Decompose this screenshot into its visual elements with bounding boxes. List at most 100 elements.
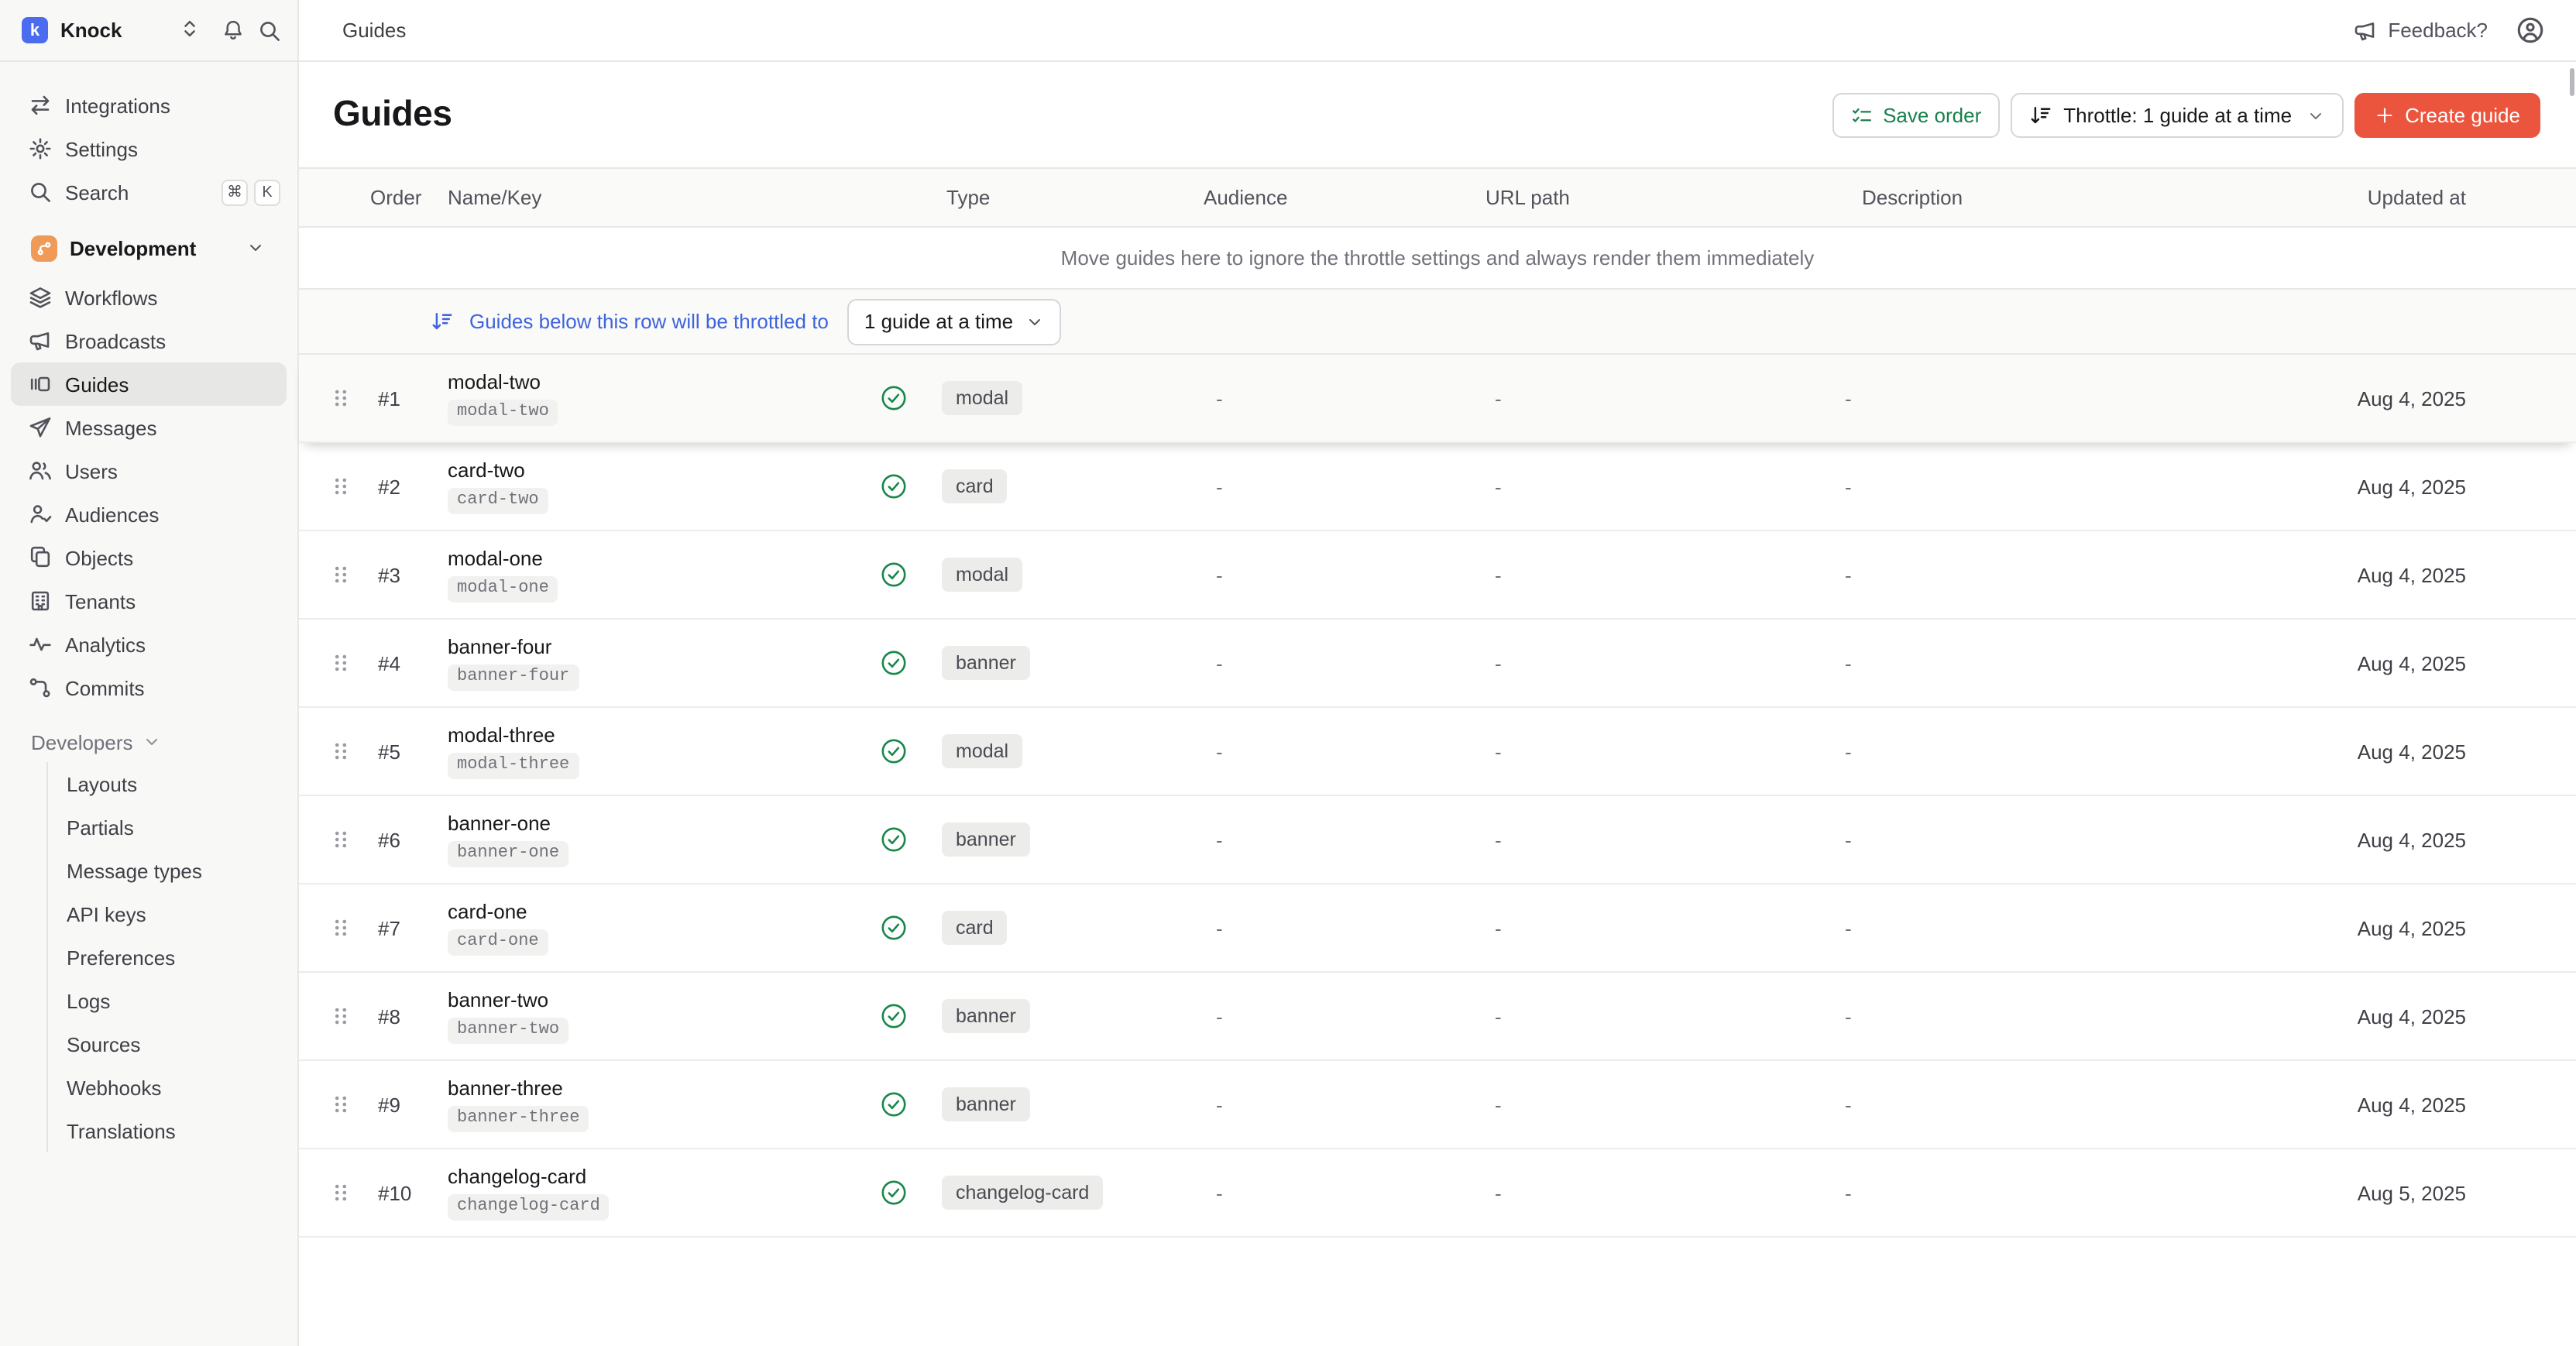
drag-handle[interactable] [322,562,359,587]
drag-handle[interactable] [322,651,359,675]
guide-description: - [1842,386,2353,410]
table-row[interactable]: #9banner-threebanner-threebanner---Aug 4… [299,1061,2576,1149]
unthrottled-dropzone-row[interactable]: Move guides here to ignore the throttle … [299,228,2576,290]
sidebar-section-developers[interactable]: Developers [11,722,287,762]
table-row[interactable]: #3modal-onemodal-onemodal---Aug 4, 2025 [299,531,2576,620]
sidebar-item-search[interactable]: Search⌘K [11,170,287,214]
guide-type-cell: banner [922,822,1204,857]
gear-icon [28,136,53,161]
guide-url-path: - [1485,740,1842,763]
sidebar-item-integrations[interactable]: Integrations [11,84,287,127]
guide-key-badge: banner-three [448,1106,589,1132]
guide-type-cell: modal [922,558,1204,592]
sidebar-item-tenants[interactable]: Tenants [11,579,287,623]
sidebar-section-development[interactable]: Development [11,226,287,270]
table-row[interactable]: #6banner-onebanner-onebanner---Aug 4, 20… [299,796,2576,884]
guide-audience: - [1204,916,1485,939]
throttle-value-select[interactable]: 1 guide at a time [847,298,1061,345]
bell-icon[interactable] [222,19,245,42]
sidebar-item-commits[interactable]: Commits [11,666,287,709]
active-status-icon [866,737,922,765]
active-status-icon [866,472,922,500]
guide-audience: - [1204,740,1485,763]
table-row[interactable]: #7card-onecard-onecard---Aug 4, 2025 [299,884,2576,973]
guide-name: modal-two [448,370,866,393]
guide-type-cell: banner [922,646,1204,680]
sidebar-item-preferences[interactable]: Preferences [48,936,297,979]
guide-url-path: - [1485,563,1842,586]
sidebar-item-objects[interactable]: Objects [11,536,287,579]
objects-icon [28,545,53,570]
sidebar-item-webhooks[interactable]: Webhooks [48,1066,297,1109]
guide-type-badge: banner [942,999,1030,1033]
throttle-divider-row: Guides below this row will be throttled … [299,290,2576,355]
table-row[interactable]: #2card-twocard-twocard---Aug 4, 2025 [299,443,2576,531]
sidebar-item-label: Integrations [65,94,170,117]
sidebar-item-layouts[interactable]: Layouts [48,762,297,805]
active-status-icon [866,1179,922,1207]
sidebar-item-partials[interactable]: Partials [48,805,297,849]
drag-handle[interactable] [322,1092,359,1117]
table-row[interactable]: #8banner-twobanner-twobanner---Aug 4, 20… [299,973,2576,1061]
workspace-switcher[interactable]: k Knock [0,0,297,62]
feedback-button[interactable]: Feedback? [2352,18,2488,43]
guide-order: #10 [359,1181,448,1204]
sidebar-item-audiences[interactable]: Audiences [11,493,287,536]
sidebar-item-broadcasts[interactable]: Broadcasts [11,319,287,362]
guide-audience: - [1204,828,1485,851]
drag-handle[interactable] [322,739,359,764]
guide-name-key: modal-threemodal-three [448,723,866,779]
sidebar-item-translations[interactable]: Translations [48,1109,297,1152]
guide-key-badge: changelog-card [448,1194,610,1221]
sidebar-item-analytics[interactable]: Analytics [11,623,287,666]
guide-type-cell: card [922,469,1204,503]
guides-table-body: #1modal-twomodal-twomodal---Aug 4, 2025#… [299,355,2576,1238]
sidebar-item-settings[interactable]: Settings [11,127,287,170]
scrollbar-thumb[interactable] [2570,68,2574,96]
column-header-updated-at: Updated at [2353,186,2466,209]
guide-audience: - [1204,386,1485,410]
sidebar-item-label: Messages [65,416,157,439]
table-row[interactable]: #4banner-fourbanner-fourbanner---Aug 4, … [299,620,2576,708]
breadcrumb[interactable]: Guides [342,19,406,42]
keycap: ⌘ [222,179,248,205]
table-row[interactable]: #10changelog-cardchangelog-cardchangelog… [299,1149,2576,1238]
sidebar-item-messages[interactable]: Messages [11,406,287,449]
drag-handle[interactable] [322,827,359,852]
guide-description: - [1842,740,2353,763]
drag-handle[interactable] [322,915,359,940]
table-row[interactable]: #1modal-twomodal-twomodal---Aug 4, 2025 [299,355,2576,443]
guide-name: banner-three [448,1076,866,1100]
drag-handle[interactable] [322,1180,359,1205]
throttle-divider-text[interactable]: Guides below this row will be throttled … [469,310,829,333]
save-order-button[interactable]: Save order [1832,93,2000,138]
unfold-icon[interactable] [180,19,200,39]
sidebar-item-guides[interactable]: Guides [11,362,287,406]
guide-updated-at: Aug 4, 2025 [2353,1004,2466,1028]
drag-handle[interactable] [322,386,359,410]
throttle-dropdown-button[interactable]: Throttle: 1 guide at a time [2011,93,2343,138]
search-icon [28,180,53,204]
search-icon[interactable] [257,19,282,43]
drag-handle[interactable] [322,1004,359,1028]
sidebar-item-sources[interactable]: Sources [48,1022,297,1066]
sidebar-item-logs[interactable]: Logs [48,979,297,1022]
messages-icon [28,415,53,440]
active-status-icon [866,649,922,677]
drag-handle[interactable] [322,474,359,499]
sidebar-item-users[interactable]: Users [11,449,287,493]
table-row[interactable]: #5modal-threemodal-threemodal---Aug 4, 2… [299,708,2576,796]
dropzone-text: Move guides here to ignore the throttle … [1061,246,1815,270]
guide-description: - [1842,563,2353,586]
guide-order: #2 [359,475,448,498]
guide-url-path: - [1485,916,1842,939]
sidebar-item-message-types[interactable]: Message types [48,849,297,892]
account-avatar[interactable] [2516,15,2545,45]
sidebar-item-workflows[interactable]: Workflows [11,276,287,319]
integrations-icon [28,93,53,118]
guide-description: - [1842,828,2353,851]
guide-order: #8 [359,1004,448,1028]
guide-audience: - [1204,1093,1485,1116]
sidebar-item-api-keys[interactable]: API keys [48,892,297,936]
create-guide-button[interactable]: Create guide [2354,93,2540,138]
